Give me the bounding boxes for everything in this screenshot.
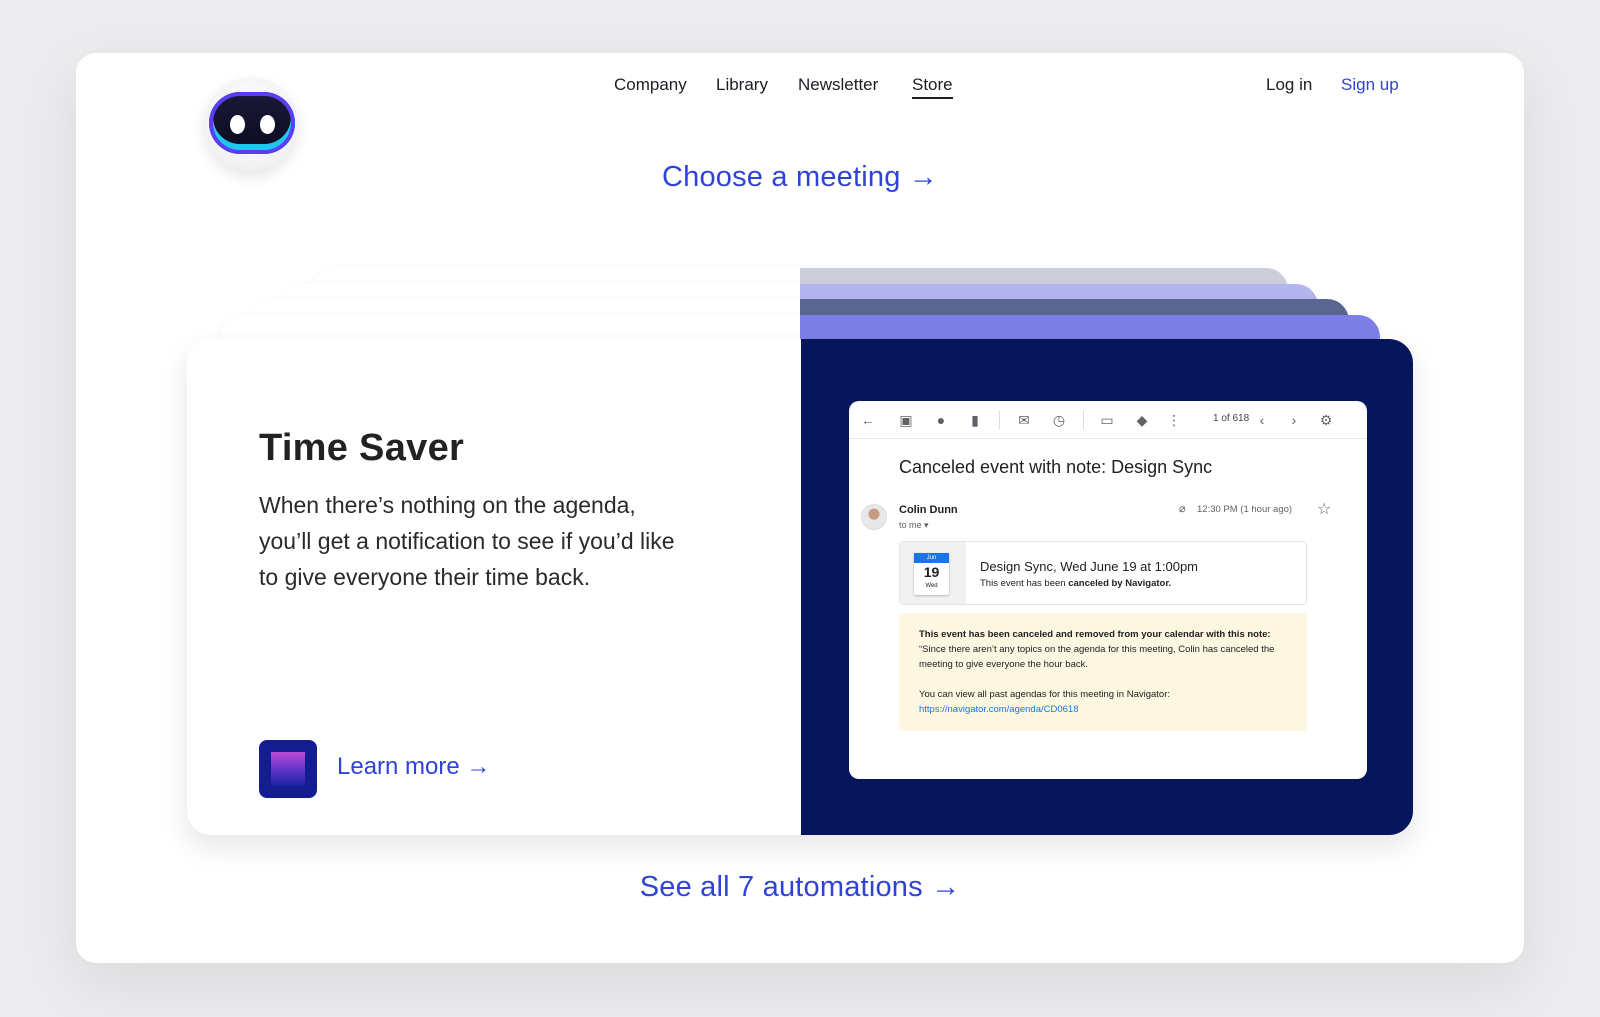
robot-eye-left-icon xyxy=(230,115,245,134)
star-icon[interactable]: ☆ xyxy=(1317,499,1331,519)
toolbar-divider xyxy=(999,411,1000,429)
note-heading: This event has been canceled and removed… xyxy=(919,629,1271,640)
time-saver-app-icon[interactable] xyxy=(259,740,317,798)
email-subject: Canceled event with note: Design Sync xyxy=(899,457,1213,477)
note-body: “Since there aren’t any topics on the ag… xyxy=(919,644,1275,670)
robot-eye-right-icon xyxy=(260,115,275,134)
nav-item-store[interactable]: Store xyxy=(912,75,953,99)
report-spam-icon[interactable]: ● xyxy=(932,411,950,429)
delete-icon[interactable]: ▮ xyxy=(966,411,984,429)
more-options-icon[interactable]: ⋮ xyxy=(1165,411,1183,429)
event-title: Design Sync, Wed June 19 at 1:00pm xyxy=(980,559,1198,574)
toolbar-divider xyxy=(1083,411,1084,429)
archive-icon[interactable]: ▣ xyxy=(897,411,915,429)
email-timestamp: 12:30 PM (1 hour ago) xyxy=(1197,504,1293,515)
email-preview: ← ▣ ● ▮ ✉ ◷ ▭ ◆ ⋮ 1 of 618 ‹ › ⚙ Cancele xyxy=(849,401,1367,779)
cancellation-note: This event has been canceled and removed… xyxy=(899,613,1307,731)
app-icon-gradient xyxy=(271,752,305,786)
sender-avatar xyxy=(861,504,887,530)
calendar-weekday: Wed xyxy=(925,583,938,589)
event-status-prefix: This event has been xyxy=(980,578,1069,589)
note-spacer xyxy=(919,672,1287,687)
recipient-dropdown[interactable]: to me ▾ xyxy=(899,520,929,531)
nav-item-newsletter[interactable]: Newsletter xyxy=(798,75,878,95)
learn-more-link[interactable]: Learn more → xyxy=(337,753,490,781)
nav-item-library[interactable]: Library xyxy=(716,75,768,95)
calendar-date-icon: Jun 19 Wed xyxy=(914,553,949,595)
move-to-folder-icon[interactable]: ▭ xyxy=(1098,411,1116,429)
event-status-bold: canceled by Navigator. xyxy=(1068,578,1172,589)
page-frame: Company Library Newsletter Store Log in … xyxy=(76,53,1524,963)
see-all-automations-link[interactable]: See all 7 automations → xyxy=(76,871,1524,904)
sender-name[interactable]: Colin Dunn xyxy=(899,504,958,516)
agenda-url-link[interactable]: https://navigator.com/agenda/CD0618 xyxy=(919,702,1287,717)
email-toolbar: ← ▣ ● ▮ ✉ ◷ ▭ ◆ ⋮ 1 of 618 ‹ › ⚙ xyxy=(849,401,1367,439)
automation-card-preview-panel: ← ▣ ● ▮ ✉ ◷ ▭ ◆ ⋮ 1 of 618 ‹ › ⚙ Cancele xyxy=(801,339,1413,835)
automation-card: Time Saver When there’s nothing on the a… xyxy=(187,339,1413,835)
event-status: This event has been canceled by Navigato… xyxy=(980,578,1171,589)
next-chevron-icon[interactable]: › xyxy=(1285,411,1303,429)
back-arrow-icon[interactable]: ← xyxy=(859,411,877,429)
label-tag-icon[interactable]: ◆ xyxy=(1133,411,1151,429)
calendar-month: Jun xyxy=(914,553,949,563)
calendar-event-card[interactable]: Jun 19 Wed Design Sync, Wed June 19 at 1… xyxy=(899,541,1307,605)
signup-link[interactable]: Sign up xyxy=(1341,75,1399,95)
top-nav: Company Library Newsletter Store Log in … xyxy=(76,75,1524,105)
feature-title: Time Saver xyxy=(259,427,465,469)
event-calendar-panel: Jun 19 Wed xyxy=(900,542,966,604)
login-link[interactable]: Log in xyxy=(1266,75,1312,95)
calendar-day: 19 xyxy=(923,564,940,580)
note-past-agendas: You can view all past agendas for this m… xyxy=(919,689,1171,700)
previous-chevron-icon[interactable]: ‹ xyxy=(1253,411,1271,429)
pagination-count: 1 of 618 xyxy=(1213,413,1250,424)
attachment-clip-icon: ⌀ xyxy=(1179,503,1186,515)
snooze-clock-icon[interactable]: ◷ xyxy=(1050,411,1068,429)
feature-description: When there’s nothing on the agenda, you’… xyxy=(259,492,675,590)
mark-unread-icon[interactable]: ✉ xyxy=(1015,411,1033,429)
settings-gear-icon[interactable]: ⚙ xyxy=(1317,411,1335,429)
automation-card-text-panel: Time Saver When there’s nothing on the a… xyxy=(187,339,801,835)
choose-meeting-link[interactable]: Choose a meeting → xyxy=(76,161,1524,194)
nav-item-company[interactable]: Company xyxy=(614,75,687,95)
